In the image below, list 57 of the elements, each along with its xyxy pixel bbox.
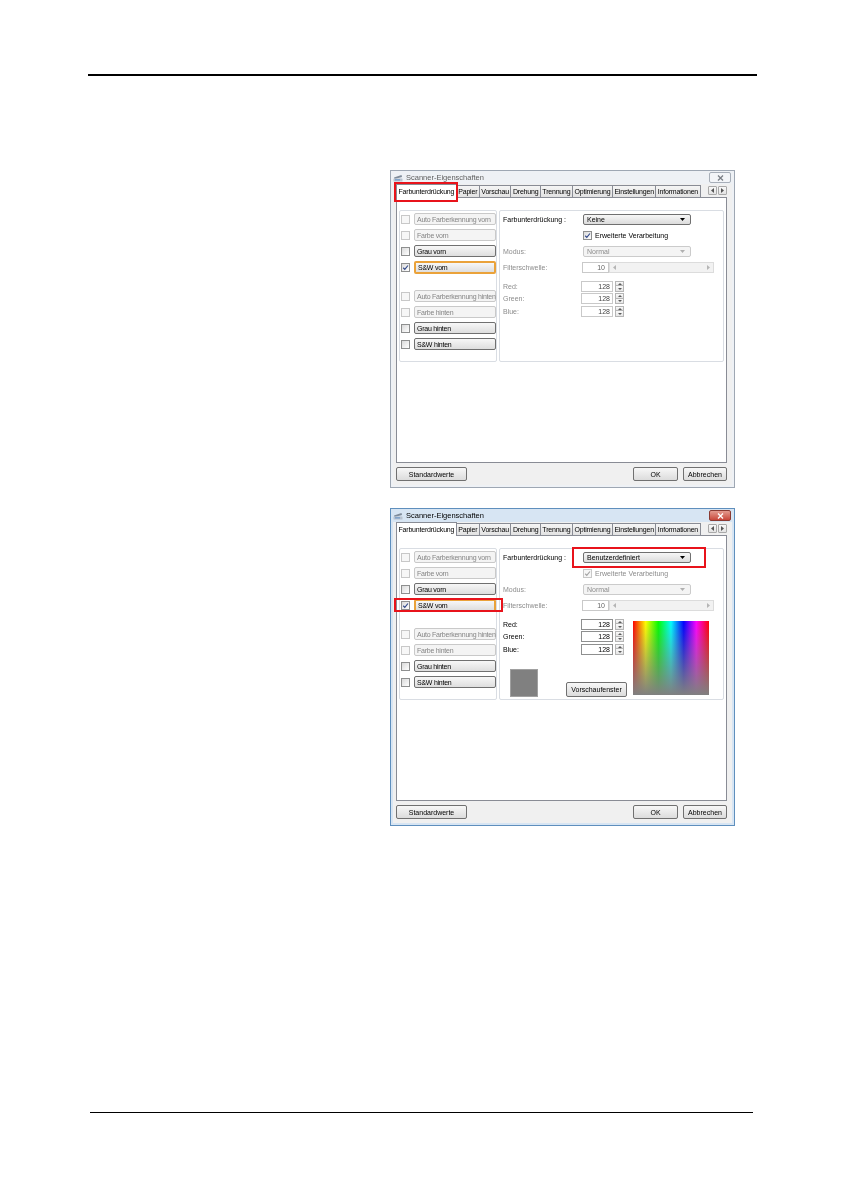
scanner-icon bbox=[393, 173, 403, 182]
caret-down-icon bbox=[680, 555, 685, 559]
down-arrow-icon bbox=[617, 625, 622, 628]
down-arrow-icon bbox=[617, 300, 622, 302]
left-arrow-icon bbox=[711, 526, 714, 531]
right-arrow-icon bbox=[721, 526, 724, 531]
down-arrow-icon bbox=[617, 650, 622, 653]
checkmark-icon bbox=[402, 263, 409, 271]
caret-down-icon bbox=[680, 217, 685, 221]
up-arrow-icon bbox=[617, 282, 622, 285]
close-button[interactable] bbox=[709, 172, 731, 183]
checkmark-icon bbox=[584, 231, 591, 239]
down-arrow-icon bbox=[617, 312, 622, 315]
checkbox[interactable] bbox=[401, 600, 410, 610]
scanner-icon bbox=[393, 511, 403, 520]
color-swatch-icon bbox=[510, 668, 538, 697]
checkmark-icon bbox=[584, 569, 591, 577]
caret-down-icon bbox=[680, 587, 685, 591]
left-arrow-icon bbox=[711, 188, 714, 193]
color-spectrum[interactable] bbox=[633, 621, 709, 695]
left-arrow-icon bbox=[613, 264, 616, 270]
right-arrow-icon bbox=[707, 264, 710, 270]
checkbox[interactable] bbox=[401, 246, 410, 256]
spin-down-button[interactable] bbox=[615, 636, 624, 643]
checkbox[interactable] bbox=[401, 323, 410, 333]
spin-down-button[interactable] bbox=[615, 649, 624, 655]
spin-down-button[interactable] bbox=[615, 286, 624, 292]
up-arrow-icon bbox=[617, 295, 622, 297]
close-icon bbox=[716, 512, 724, 519]
spin-down-button[interactable] bbox=[615, 298, 624, 305]
checkmark-icon bbox=[402, 601, 409, 609]
down-arrow-icon bbox=[617, 638, 622, 640]
caret-down-icon bbox=[680, 249, 685, 253]
down-arrow-icon bbox=[617, 287, 622, 290]
up-arrow-icon bbox=[617, 620, 622, 623]
spin-up-button[interactable] bbox=[615, 631, 624, 637]
tab-scroll-right-button[interactable] bbox=[718, 524, 727, 533]
left-arrow-icon bbox=[613, 602, 616, 608]
close-button[interactable] bbox=[709, 510, 731, 521]
right-arrow-icon bbox=[707, 602, 710, 608]
spin-up-button[interactable] bbox=[615, 293, 624, 299]
close-icon bbox=[716, 174, 724, 181]
up-arrow-icon bbox=[617, 645, 622, 648]
up-arrow-icon bbox=[617, 633, 622, 635]
tab-scroll-left-button[interactable] bbox=[708, 524, 717, 533]
checkbox[interactable] bbox=[401, 677, 410, 687]
up-arrow-icon bbox=[617, 307, 622, 310]
checkbox[interactable] bbox=[401, 584, 410, 594]
tab-scroll-left-button[interactable] bbox=[708, 186, 717, 195]
checkbox[interactable] bbox=[401, 339, 410, 349]
checkbox[interactable] bbox=[583, 230, 592, 240]
tab-scroll-right-button[interactable] bbox=[718, 186, 727, 195]
spin-down-button[interactable] bbox=[615, 624, 624, 630]
checkbox[interactable] bbox=[401, 262, 410, 272]
right-arrow-icon bbox=[721, 188, 724, 193]
spin-down-button[interactable] bbox=[615, 311, 624, 317]
checkbox[interactable] bbox=[401, 661, 410, 671]
